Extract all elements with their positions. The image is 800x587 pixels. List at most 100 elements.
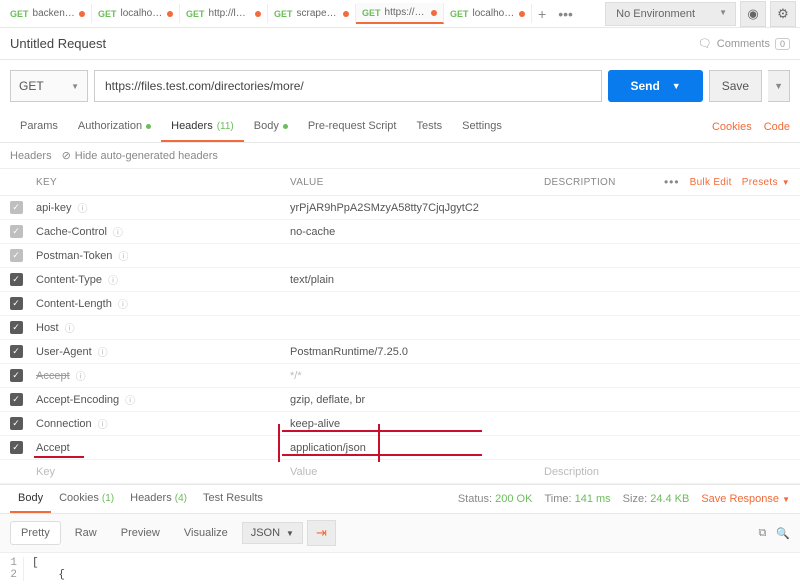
checkbox[interactable]: ✓ [10,225,23,238]
tab-4[interactable]: GEThttps://fil... [356,3,444,24]
headers-subheader: Headers ⊘Hide auto-generated headers [0,143,800,169]
view-raw[interactable]: Raw [65,522,107,544]
tab-prerequest[interactable]: Pre-request Script [298,112,407,142]
header-key[interactable]: Accept [32,442,286,454]
resp-tab-tests[interactable]: Test Results [195,485,271,513]
save-button[interactable]: Save [709,70,762,102]
unsaved-dot-icon [519,11,525,17]
checkbox[interactable]: ✓ [10,441,23,454]
checkbox[interactable]: ✓ [10,345,23,358]
header-key[interactable]: Content-Lengthⓘ [32,296,286,311]
header-row[interactable]: ✓ Hostⓘ [0,316,800,340]
view-visualize[interactable]: Visualize [174,522,238,544]
header-key[interactable]: Acceptⓘ [32,368,286,383]
checkbox[interactable]: ✓ [10,369,23,382]
eye-off-icon: ⊘ [62,149,71,162]
header-row[interactable]: ✓ api-keyⓘ yrPjAR9hPpA2SMzyA58tty7CjqJgy… [0,196,800,220]
cookies-link[interactable]: Cookies [712,121,752,133]
header-key[interactable]: Cache-Controlⓘ [32,224,286,239]
header-key[interactable]: Content-Typeⓘ [32,272,286,287]
tab-overflow-button[interactable]: ••• [552,6,579,22]
tab-body[interactable]: Body [244,112,298,142]
tab-headers[interactable]: Headers(11) [161,112,244,142]
search-icon[interactable]: 🔍 [776,527,790,540]
settings-gear-icon[interactable]: ⚙ [770,1,796,27]
url-input[interactable] [94,70,602,102]
header-row[interactable]: ✓ Accept application/json [0,436,800,460]
tab-authorization[interactable]: Authorization [68,112,161,142]
save-dropdown[interactable]: ▼ [768,70,790,102]
header-row[interactable]: ✓ Cache-Controlⓘ no-cache [0,220,800,244]
checkbox[interactable]: ✓ [10,297,23,310]
unsaved-dot-icon [431,10,437,16]
language-select[interactable]: JSON▼ [242,522,303,544]
tab-1[interactable]: GETlocalhost:... [92,4,180,23]
save-response-button[interactable]: Save Response ▼ [701,493,790,505]
tab-5[interactable]: GETlocalhost:... [444,4,532,23]
header-row-new[interactable]: KeyValueDescription [0,460,800,484]
view-preview[interactable]: Preview [111,522,170,544]
header-row[interactable]: ✓ Acceptⓘ */* [0,364,800,388]
info-icon: ⓘ [125,392,135,407]
header-value[interactable]: */* [286,370,540,382]
header-row[interactable]: ✓ Content-Lengthⓘ [0,292,800,316]
tab-params[interactable]: Params [10,112,68,142]
header-key[interactable]: User-Agentⓘ [32,344,286,359]
info-icon: ⓘ [77,200,87,215]
tab-settings[interactable]: Settings [452,112,512,142]
copy-icon[interactable]: ⧉ [758,527,766,540]
checkbox[interactable]: ✓ [10,249,23,262]
tab-0[interactable]: GETbackend... [4,4,92,23]
resp-tab-cookies[interactable]: Cookies (1) [51,485,122,513]
header-value[interactable]: application/json [286,442,540,454]
header-value[interactable]: gzip, deflate, br [286,394,540,406]
subheader-title: Headers [10,150,52,162]
header-value[interactable]: PostmanRuntime/7.25.0 [286,346,540,358]
tab-2[interactable]: GEThttp://loc... [180,4,268,23]
resp-tab-body[interactable]: Body [10,485,51,513]
checkbox[interactable]: ✓ [10,201,23,214]
header-key[interactable]: Accept-Encodingⓘ [32,392,286,407]
header-row[interactable]: ✓ Connectionⓘ keep-alive [0,412,800,436]
unsaved-dot-icon [255,11,261,17]
wrap-lines-icon[interactable]: ⇥ [307,520,336,546]
info-icon: ⓘ [76,368,86,383]
bulk-edit-button[interactable]: Bulk Edit [690,177,732,188]
header-value[interactable]: no-cache [286,226,540,238]
code-link[interactable]: Code [764,121,790,133]
col-desc-label: DESCRIPTION [540,177,664,188]
header-row[interactable]: ✓ Content-Typeⓘ text/plain [0,268,800,292]
header-row[interactable]: ✓ User-Agentⓘ PostmanRuntime/7.25.0 [0,340,800,364]
header-key[interactable]: Connectionⓘ [32,416,286,431]
tab-tests[interactable]: Tests [406,112,452,142]
resp-tab-headers[interactable]: Headers (4) [122,485,195,513]
presets-button[interactable]: Presets▼ [742,177,790,188]
columns-more-button[interactable]: ••• [664,175,680,189]
send-button[interactable]: Send▼ [608,70,702,102]
header-value[interactable]: keep-alive [286,418,540,430]
tab-3[interactable]: GETscraper.g... [268,4,356,23]
headers-table-head: KEY VALUE DESCRIPTION ••• Bulk Edit Pres… [0,169,800,196]
header-key[interactable]: Hostⓘ [32,320,286,335]
hide-autogenerated-button[interactable]: ⊘Hide auto-generated headers [62,149,218,162]
header-value[interactable]: yrPjAR9hPpA2SMzyA58tty7CjqJgytC2 [286,202,540,214]
header-key[interactable]: Postman-Tokenⓘ [32,248,286,263]
checkbox[interactable]: ✓ [10,393,23,406]
checkbox[interactable]: ✓ [10,321,23,334]
header-value[interactable]: text/plain [286,274,540,286]
response-body: 12 [ { [0,553,800,585]
response-tabs: Body Cookies (1) Headers (4) Test Result… [0,484,800,514]
view-pretty[interactable]: Pretty [10,521,61,545]
new-tab-button[interactable]: + [532,6,552,22]
header-row[interactable]: ✓ Postman-Tokenⓘ [0,244,800,268]
header-key[interactable]: api-keyⓘ [32,200,286,215]
comments-button[interactable]: 🗨 Comments 0 [698,37,790,50]
checkbox[interactable]: ✓ [10,273,23,286]
comment-icon: 🗨 [698,37,712,50]
environment-select[interactable]: No Environment [605,2,736,26]
environment-quicklook-icon[interactable]: ◉ [740,1,766,27]
checkbox[interactable]: ✓ [10,417,23,430]
response-view-toolbar: Pretty Raw Preview Visualize JSON▼ ⇥ ⧉ 🔍 [0,514,800,553]
method-select[interactable]: GET▼ [10,70,88,102]
header-row[interactable]: ✓ Accept-Encodingⓘ gzip, deflate, br [0,388,800,412]
